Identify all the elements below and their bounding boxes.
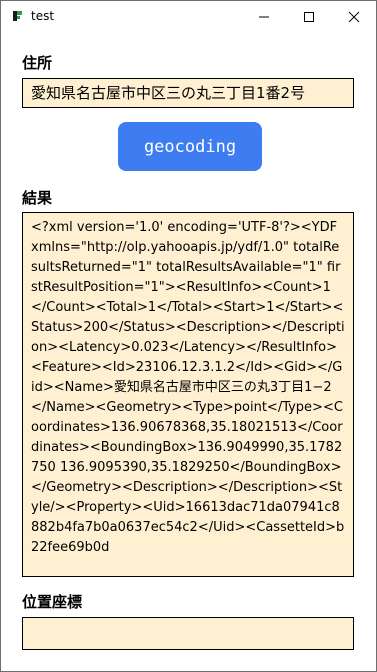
app-icon [13,11,22,21]
result-label: 結果 [22,189,53,207]
minimize-button[interactable] [241,1,287,32]
window-title: test [31,9,55,23]
maximize-button[interactable] [286,1,332,32]
address-input[interactable]: 愛知県名古屋市中区三の丸三丁目1番2号 [22,78,354,108]
app-window: test 住所 愛知県名古屋市中区三の丸三丁目1番2号 geocoding 結果… [0,0,377,672]
maximize-icon [304,11,314,22]
geocoding-button[interactable]: geocoding [118,122,262,171]
close-button[interactable] [331,1,377,32]
title-bar[interactable]: test [1,1,376,32]
close-icon [348,11,360,22]
coordinates-label: 位置座標 [22,593,83,611]
minimize-icon [259,16,269,17]
coordinates-field[interactable] [22,617,354,650]
address-label: 住所 [22,54,53,72]
result-textarea[interactable]: <?xml version='1.0' encoding='UTF-8'?><Y… [22,212,354,577]
